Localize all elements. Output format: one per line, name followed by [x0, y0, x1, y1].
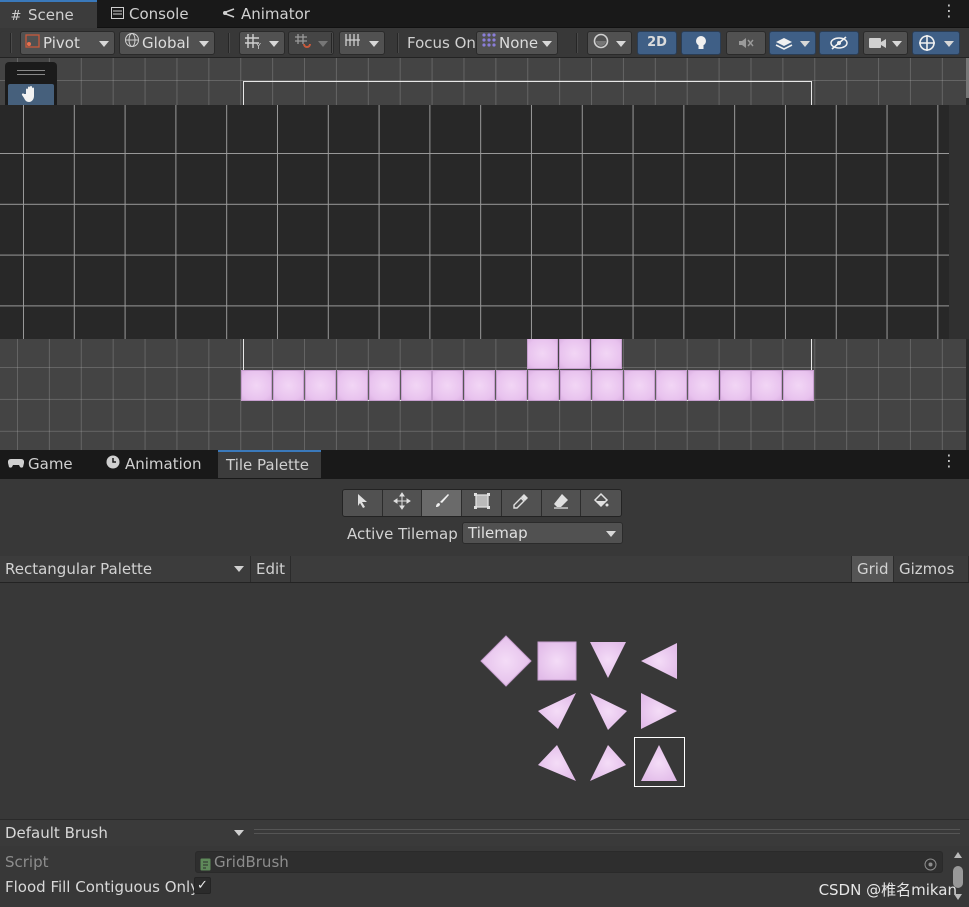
palette-tile-square[interactable] [537, 641, 577, 681]
palette-tile-triangle-downleft[interactable] [538, 693, 576, 729]
object-picker-icon[interactable] [924, 856, 937, 876]
panel-splitter[interactable] [254, 829, 960, 834]
flood-fill-label: Flood Fill Contiguous Only [5, 878, 200, 896]
brush-inspector: Script GridBrush Flood Fill Contiguous O… [0, 846, 969, 907]
palette-selection-box [634, 737, 685, 787]
brush-toolbar: Default Brush [0, 819, 969, 846]
palette-tiles [480, 635, 677, 781]
script-file-icon [200, 856, 211, 876]
palette-tile-triangle-upright[interactable] [590, 745, 626, 781]
inspector-scrollbar[interactable] [951, 850, 965, 902]
palette-tile-diamond[interactable] [480, 635, 532, 687]
script-field: GridBrush [195, 851, 943, 873]
chevron-down-icon [234, 830, 244, 836]
brush-dropdown-value: Default Brush [5, 824, 108, 842]
palette-tile-triangle-right[interactable] [641, 693, 677, 729]
palette-tile-triangle-upleft[interactable] [538, 745, 576, 781]
brush-dropdown[interactable]: Default Brush [0, 820, 251, 846]
script-label: Script [5, 853, 49, 871]
palette-tile-triangle-left[interactable] [641, 643, 677, 679]
palette-tile-triangle-downright[interactable] [590, 693, 627, 730]
palette-tile-triangle-down[interactable] [590, 642, 626, 678]
watermark-text: CSDN @椎名mikan [818, 881, 957, 899]
script-value: GridBrush [214, 853, 289, 871]
flood-fill-checkbox[interactable]: ✓ [194, 877, 211, 894]
